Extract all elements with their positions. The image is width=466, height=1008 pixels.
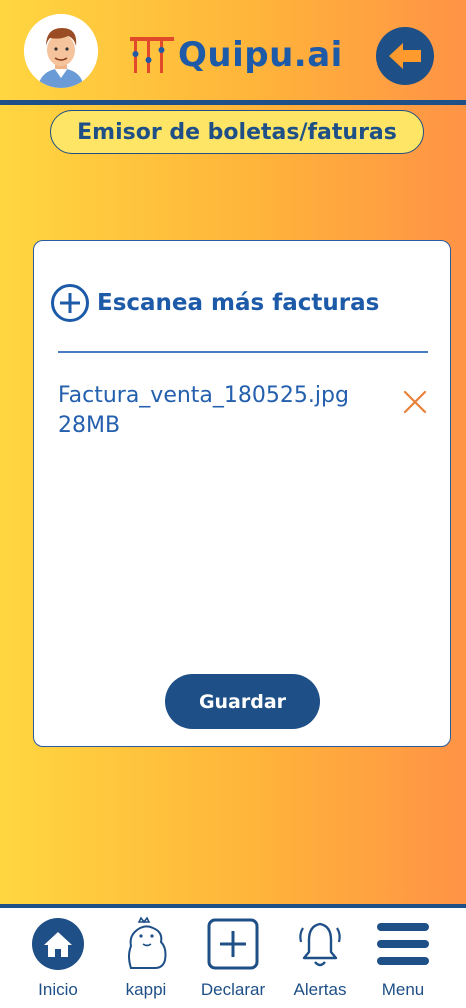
nav-item-inicio[interactable]: Inicio <box>18 916 98 1006</box>
file-name: Factura_venta_180525.jpg <box>58 383 349 408</box>
nav-label-alertas: Alertas <box>293 980 347 999</box>
capybara-icon <box>128 916 167 969</box>
avatar-icon <box>24 14 98 88</box>
nav-label-kappi: kappi <box>125 980 167 999</box>
home-icon <box>32 918 84 970</box>
save-button[interactable]: Guardar <box>165 674 320 729</box>
app-header: Quipu.ai <box>0 0 466 106</box>
app-logo: Quipu.ai <box>128 32 343 78</box>
nav-label-declarar: Declarar <box>200 980 266 999</box>
nav-item-declarar[interactable]: Declarar <box>193 916 273 1006</box>
file-size: 28MB <box>58 413 121 438</box>
nav-label-inicio: Inicio <box>38 980 78 999</box>
bottom-navigation: Inicio kappi Declarar Alertas Menu <box>0 904 466 1008</box>
plus-circle-icon <box>51 284 89 322</box>
close-icon <box>403 390 427 414</box>
file-list-item: Factura_venta_180525.jpg 28MB <box>58 381 428 441</box>
header-divider <box>0 100 466 105</box>
nav-item-alertas[interactable]: Alertas <box>280 916 360 1006</box>
scan-more-button[interactable]: Escanea más facturas <box>50 283 379 323</box>
card-divider <box>58 351 428 353</box>
user-avatar[interactable] <box>24 14 98 88</box>
plus-square-icon <box>207 918 259 970</box>
bell-icon <box>299 922 341 967</box>
logo-text: Quipu.ai <box>178 35 343 75</box>
nav-item-kappi[interactable]: kappi <box>106 916 186 1006</box>
section-title: Emisor de boletas/faturas <box>50 110 424 154</box>
scan-more-label: Escanea más facturas <box>97 290 380 316</box>
back-button[interactable] <box>376 27 434 85</box>
remove-file-button[interactable] <box>402 389 428 415</box>
arrow-left-icon <box>389 43 421 69</box>
nav-item-menu[interactable]: Menu <box>363 916 443 1006</box>
hamburger-icon <box>377 923 429 965</box>
nav-label-menu: Menu <box>381 980 425 999</box>
abacus-logo-icon <box>130 37 174 73</box>
upload-card: Escanea más facturas Factura_venta_18052… <box>33 240 451 747</box>
